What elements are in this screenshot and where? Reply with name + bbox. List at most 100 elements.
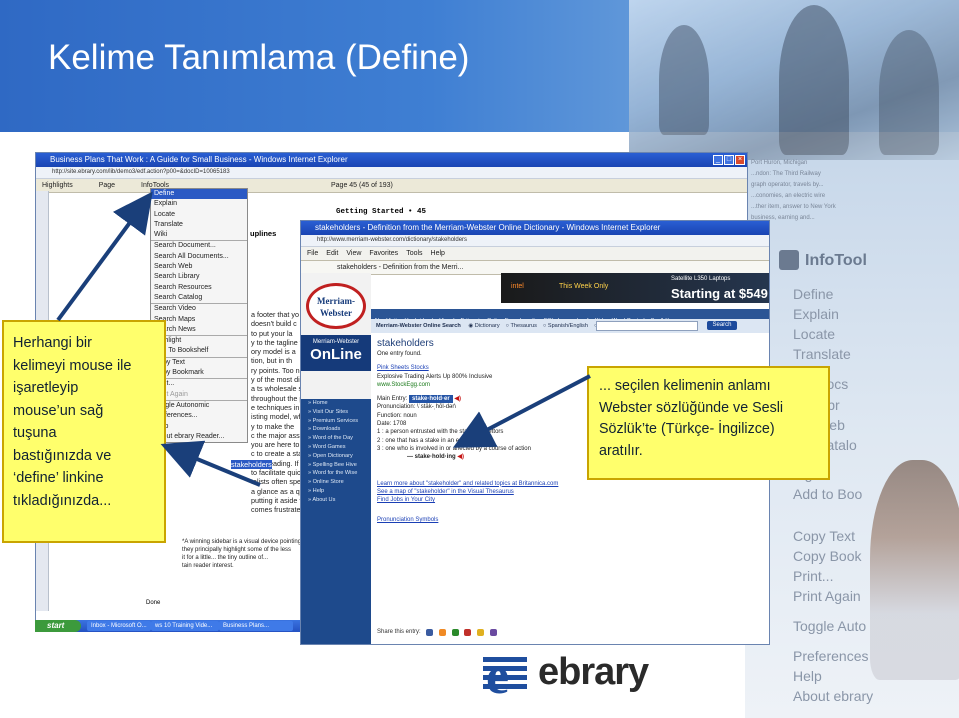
menu-help[interactable]: Help — [431, 250, 445, 257]
context-menu-item[interactable]: Search Web — [151, 262, 247, 272]
ad-banner[interactable]: intel This Week Only Satellite L350 Lapt… — [501, 273, 769, 303]
callout-left-line: işaretleyip — [13, 380, 79, 396]
background-line: graph operator, travels by... — [751, 182, 824, 188]
infotools-menu-item[interactable]: Translate — [793, 346, 851, 362]
minimize-button[interactable]: _ — [713, 155, 723, 165]
start-button[interactable]: start — [35, 620, 81, 632]
slide-title: Kelime Tanımlama (Define) — [48, 38, 470, 77]
header-photo — [629, 0, 959, 160]
search-input[interactable] — [596, 321, 698, 331]
infotools-menu-item[interactable]: Print Again — [793, 588, 861, 604]
footnote-line: they principally highlight some of the l… — [182, 547, 292, 553]
dictionary-address-bar[interactable]: http://www.merriam-webster.com/dictionar… — [301, 235, 769, 247]
share-row: Share this entry: — [377, 628, 497, 636]
context-menu-item[interactable]: Search Video — [151, 303, 247, 314]
nav-item[interactable]: » Downloads — [301, 425, 371, 434]
share-icon-4[interactable] — [464, 628, 472, 636]
britannica-link[interactable]: Learn more about "stakeholder" and relat… — [377, 480, 767, 488]
infotools-menu-item[interactable]: Copy Book — [793, 548, 861, 564]
close-button[interactable]: × — [735, 155, 745, 165]
share-icon-1[interactable] — [426, 628, 434, 636]
search-option[interactable]: ○ Spanish/English — [543, 323, 588, 329]
context-menu-item[interactable]: Locate — [151, 210, 247, 220]
menu-tools[interactable]: Tools — [406, 250, 422, 257]
infotools-menu-item[interactable]: Help — [793, 668, 822, 684]
nav-item[interactable]: » Premium Services — [301, 417, 371, 426]
reader-titlebar: Business Plans That Work : A Guide for S… — [36, 153, 747, 167]
nav-item[interactable]: » About Us — [301, 496, 371, 505]
infotools-menu-item[interactable]: Locate — [793, 326, 835, 342]
background-line: Port Huron, Michigan — [751, 160, 808, 166]
page-indicator: Page 45 (45 of 193) — [331, 182, 393, 189]
reader-toolbar: Highlights Page InfoTools Page 45 (45 of… — [36, 179, 747, 193]
dictionary-titlebar: stakeholders - Definition from the Merri… — [301, 221, 769, 235]
nav-item[interactable]: » Word Games — [301, 443, 371, 452]
nav-item[interactable]: » Word of the Day — [301, 434, 371, 443]
callout-right: ... seçilen kelimenin anlamı Webster sözl… — [587, 366, 830, 480]
book-line-selected: stakeholders — [231, 459, 272, 469]
menu-file[interactable]: File — [307, 250, 318, 257]
audio-icon[interactable]: ◀) — [454, 396, 461, 402]
infotools-menu-item[interactable]: Copy Text — [793, 528, 855, 544]
context-menu-item[interactable]: Search Resources — [151, 283, 247, 293]
infotools-title: InfoTool — [805, 252, 867, 269]
search-option[interactable]: ◉ Dictionary — [468, 323, 499, 329]
ebrary-logo: e ebrary — [483, 645, 653, 705]
selected-word[interactable]: stakeholders — [231, 459, 272, 469]
nav-item[interactable]: » Help — [301, 487, 371, 496]
task-business-plans[interactable]: Business Plans... — [219, 621, 293, 631]
jobs-link[interactable]: Find Jobs in Your City — [377, 496, 767, 504]
context-menu-item[interactable]: Search Catalog — [151, 293, 247, 303]
footnote: *A winning sidebar is a visual device po… — [182, 538, 301, 570]
nav-item[interactable]: » Spelling Bee Hive — [301, 461, 371, 470]
context-menu-item[interactable]: Translate — [151, 220, 247, 230]
maximize-button[interactable]: □ — [724, 155, 734, 165]
nav-item[interactable]: » Open Dictionary — [301, 452, 371, 461]
footnote-line: tain reader interest. — [182, 563, 234, 569]
nav-item[interactable]: » Word for the Wise — [301, 469, 371, 478]
merriam-webster-logo: Merriam- Webster — [306, 283, 366, 329]
infotools-menu-item[interactable]: Preferences — [793, 648, 868, 664]
thesaurus-link[interactable]: See a map of "stakeholder" in the Visual… — [377, 488, 767, 496]
pronunciation-symbols-link[interactable]: Pronunciation Symbols — [377, 516, 767, 524]
infotools-menu-item[interactable]: Define — [793, 286, 833, 302]
menu-favorites[interactable]: Favorites — [369, 250, 398, 257]
share-icon-6[interactable] — [489, 628, 497, 636]
share-icon-2[interactable] — [439, 628, 447, 636]
share-icon-5[interactable] — [477, 628, 485, 636]
ebrary-mark-icon: e — [483, 649, 527, 699]
infotools-menu-item[interactable]: Add to Boo — [793, 486, 862, 502]
nav-item[interactable]: » Online Store — [301, 478, 371, 487]
share-icon-3[interactable] — [451, 628, 459, 636]
infotools-menu-item[interactable]: Explain — [793, 306, 839, 322]
context-menu-item[interactable]: Search Document... — [151, 240, 247, 251]
search-option[interactable]: ○ Thesaurus — [506, 323, 537, 329]
infotools-menu-item[interactable]: Print... — [793, 568, 833, 584]
infotools-menu-item[interactable]: About ebrary — [793, 688, 873, 704]
infotools-menu-item[interactable]: Toggle Auto — [793, 618, 866, 634]
callout-right-line: Sözlük’te (Türkçe- İngilizce) — [599, 421, 775, 438]
menu-view[interactable]: View — [346, 250, 361, 257]
dictionary-menubar: File Edit View Favorites Tools Help — [301, 247, 769, 261]
search-badge: Merriam-Webster Online Search — [376, 323, 461, 329]
menu-edit[interactable]: Edit — [326, 250, 338, 257]
task-inbox[interactable]: Inbox - Microsoft O... — [87, 621, 151, 631]
mw-sidebar: Merriam- Webster Merriam-Webster OnLine »… — [301, 273, 371, 644]
background-line: ...ther item, answer to New York — [751, 204, 836, 210]
context-menu-item[interactable]: Search All Documents... — [151, 252, 247, 262]
mw-nav: » Home» Visit Our Sites» Premium Service… — [301, 399, 371, 644]
browser-tab[interactable]: stakeholders - Definition from the Merri… — [307, 264, 463, 271]
search-button[interactable]: Search — [707, 321, 737, 330]
page-dropdown[interactable]: Page — [99, 182, 115, 189]
context-menu-item[interactable]: Explain — [151, 199, 247, 209]
context-menu-item[interactable]: Wiki — [151, 230, 247, 240]
context-menu-item[interactable]: Search Library — [151, 272, 247, 282]
task-training[interactable]: ws 10 Training Vide... — [151, 621, 219, 631]
window-controls: _ □ × — [713, 155, 745, 165]
highlights-dropdown[interactable]: Highlights — [42, 182, 73, 189]
context-menu-item[interactable]: Define — [151, 189, 247, 200]
nav-item[interactable]: » Visit Our Sites — [301, 408, 371, 417]
reader-address-bar[interactable]: http://site.ebrary.com/lib/demo3/edf.act… — [36, 167, 747, 179]
callout-right-line: Webster sözlüğünde ve Sesli — [599, 399, 784, 416]
nav-item[interactable]: » Home — [301, 399, 371, 408]
